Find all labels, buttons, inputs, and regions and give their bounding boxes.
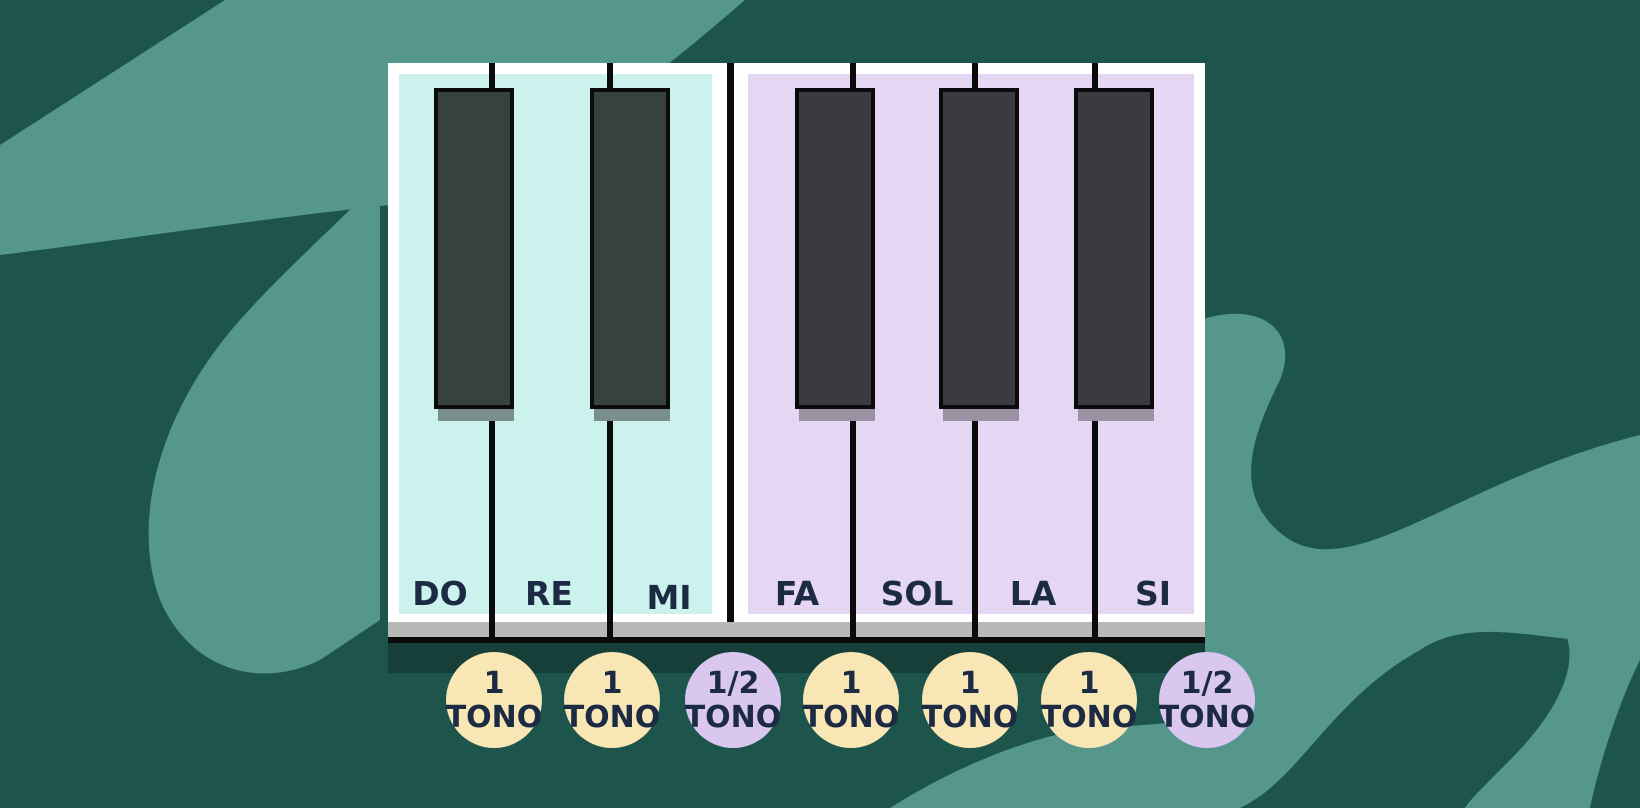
badge-value: 1/2	[707, 666, 760, 701]
half-tone-badge: 1/2TONO	[685, 652, 782, 748]
badge-value: 1/2	[1181, 666, 1234, 701]
black-key	[590, 88, 670, 409]
badge-unit: TONO	[564, 700, 661, 735]
badge-unit: TONO	[922, 700, 1019, 735]
badge-unit: TONO	[1041, 700, 1138, 735]
diagram-stage: DO RE MI FA SOL LA SI 1 TONO 1 TONO 1/2 TONO 1 TONO 1 T…	[0, 0, 1640, 808]
note-label-si: SI	[1135, 574, 1171, 613]
badge-value: 1	[602, 666, 623, 701]
note-label-re: RE	[525, 574, 573, 613]
badge-value: 1	[841, 666, 862, 701]
note-label-fa: FA	[775, 574, 820, 613]
badge-value: 1	[960, 666, 981, 701]
whole-tone-badge: 1TONO	[564, 652, 661, 748]
black-key	[434, 88, 514, 409]
whole-tone-badge: 1TONO	[803, 652, 900, 748]
badge-unit: TONO	[685, 700, 782, 735]
piano-diagram: DO RE MI FA SOL LA SI 1TONO1TONO1/2TONO1TONO1T…	[388, 63, 1256, 748]
note-label-la: LA	[1010, 574, 1057, 613]
black-key	[1074, 88, 1154, 409]
keyboard-base-line	[388, 637, 1205, 643]
badge-value: 1	[1079, 666, 1100, 701]
badge-value: 1	[484, 666, 505, 701]
note-label-sol: SOL	[881, 574, 954, 613]
note-label-mi: MI	[646, 578, 691, 617]
whole-tone-badge: 1TONO	[1041, 652, 1138, 748]
whole-tone-badge: 1TONO	[922, 652, 1019, 748]
note-label-do: DO	[412, 574, 467, 613]
half-tone-badge: 1/2TONO	[1159, 652, 1256, 748]
badge-unit: TONO	[446, 700, 543, 735]
black-key	[939, 88, 1019, 409]
whole-tone-badge: 1TONO	[446, 652, 543, 748]
keyboard-bottom-strip	[388, 622, 1205, 637]
group-divider	[727, 63, 734, 641]
black-key	[795, 88, 875, 409]
badge-unit: TONO	[1159, 700, 1256, 735]
badge-unit: TONO	[803, 700, 900, 735]
